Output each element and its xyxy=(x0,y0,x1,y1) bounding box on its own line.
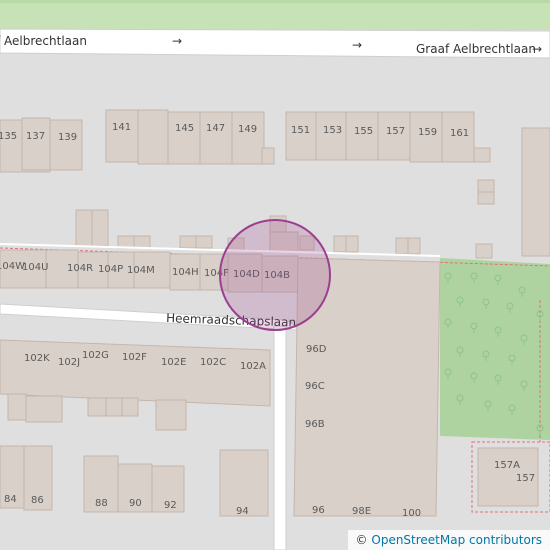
house-number: 96D xyxy=(306,344,327,355)
oneway-arrow-icon: → xyxy=(172,34,182,48)
house-number: 100 xyxy=(402,508,421,519)
house-number: 139 xyxy=(58,132,77,143)
map-attribution: © OpenStreetMap contributors xyxy=(347,530,550,550)
house-number: 96C xyxy=(305,381,325,392)
side-road-south xyxy=(273,325,287,550)
oneway-arrow-icon: → xyxy=(352,38,362,52)
oneway-arrow-icon: → xyxy=(532,42,542,56)
house-number: 161 xyxy=(450,128,469,139)
house-number: 102F xyxy=(122,352,147,363)
house-number: 104P xyxy=(98,264,123,275)
house-number: 104M xyxy=(127,265,155,276)
map-viewport[interactable]: f Aelbrechtlaan Graaf Aelbrechtlaan → → … xyxy=(0,0,550,550)
house-number: 102C xyxy=(200,357,226,368)
house-number: 159 xyxy=(418,127,437,138)
house-number: 88 xyxy=(95,498,108,509)
street-label-graaf-aelbrechtlaan-left: f Aelbrechtlaan xyxy=(0,34,87,48)
location-highlight-circle[interactable] xyxy=(219,219,331,331)
house-number: 98E xyxy=(352,506,371,517)
house-number: 94 xyxy=(236,506,249,517)
canal-edge xyxy=(0,0,550,3)
house-number: 155 xyxy=(354,126,373,137)
canal-bank xyxy=(0,0,550,30)
house-number: 104H xyxy=(172,267,199,278)
house-number: 96B xyxy=(305,419,325,430)
house-number: 102E xyxy=(161,357,186,368)
house-number: 102J xyxy=(58,357,80,368)
copyright-symbol: © xyxy=(355,533,368,547)
house-number: 149 xyxy=(238,124,257,135)
house-number: 90 xyxy=(129,498,142,509)
house-number: 104U xyxy=(22,262,48,273)
house-number: 84 xyxy=(4,494,17,505)
house-number: 86 xyxy=(31,495,44,506)
map-canvas: f Aelbrechtlaan Graaf Aelbrechtlaan → → … xyxy=(0,0,550,550)
house-number: 104R xyxy=(67,263,93,274)
house-number: 92 xyxy=(164,500,177,511)
street-label-graaf-aelbrechtlaan-right: Graaf Aelbrechtlaan xyxy=(416,42,536,56)
house-number: 151 xyxy=(291,125,310,136)
house-number: 102K xyxy=(24,353,50,364)
house-number: 102A xyxy=(240,361,266,372)
house-number: 137 xyxy=(26,131,45,142)
attribution-link[interactable]: OpenStreetMap contributors xyxy=(371,533,542,547)
house-number: 145 xyxy=(175,123,194,134)
house-number: 135 xyxy=(0,131,17,142)
house-number: 157 xyxy=(516,473,535,484)
house-number: 153 xyxy=(323,125,342,136)
house-number: 157 xyxy=(386,126,405,137)
house-number: 157A xyxy=(494,460,520,471)
house-number: 96 xyxy=(312,505,325,516)
park-area xyxy=(440,258,550,440)
house-number: 147 xyxy=(206,123,225,134)
house-number: 102G xyxy=(82,350,109,361)
house-number: 141 xyxy=(112,122,131,133)
